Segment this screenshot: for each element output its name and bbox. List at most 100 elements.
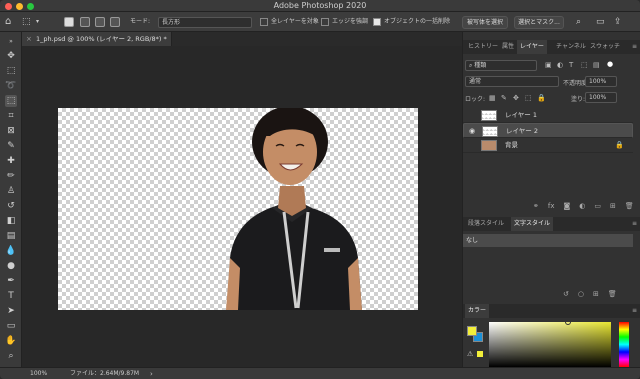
brush-tool-icon[interactable]: ✏ xyxy=(5,170,17,182)
hue-slider[interactable] xyxy=(619,322,629,367)
filter-toggle-icon[interactable]: ● xyxy=(607,60,613,68)
lock-image-icon[interactable]: ✎ xyxy=(501,94,507,102)
document-canvas[interactable] xyxy=(58,108,418,310)
new-style-icon[interactable]: ⊞ xyxy=(593,290,599,298)
healing-brush-tool-icon[interactable]: ✚ xyxy=(5,155,17,167)
tab-color[interactable]: カラー xyxy=(465,304,490,318)
tab-properties[interactable]: 属性 xyxy=(499,40,517,54)
pixel-filter-icon[interactable]: ▣ xyxy=(545,61,552,69)
panel-menu-icon[interactable]: ≡ xyxy=(629,304,640,318)
canvas-area[interactable] xyxy=(22,46,462,367)
layer-name: 背景 xyxy=(505,141,518,149)
tab-channels[interactable]: チャンネル xyxy=(553,40,589,54)
gradient-tool-icon[interactable]: ▤ xyxy=(5,230,17,242)
object-selection-tool-icon[interactable]: ⬚ xyxy=(22,12,31,32)
document-tab[interactable]: × 1_ph.psd @ 100% (レイヤー 2, RGB/8*) * xyxy=(22,32,172,46)
opacity-input[interactable]: 100% xyxy=(585,76,617,87)
status-menu-chevron-icon[interactable]: › xyxy=(150,368,153,379)
color-field[interactable] xyxy=(489,319,611,367)
hand-tool-icon[interactable]: ✋ xyxy=(5,335,17,347)
lock-all-icon[interactable]: 🔒 xyxy=(537,94,546,102)
trash-icon[interactable]: 🗑 xyxy=(608,290,617,298)
panel-menu-icon[interactable]: ≡ xyxy=(629,217,640,231)
search-icon[interactable]: ⌕ xyxy=(576,12,581,32)
style-item[interactable]: なし xyxy=(463,234,633,247)
add-selection-icon[interactable] xyxy=(80,17,90,27)
tab-layers[interactable]: レイヤー xyxy=(517,40,547,54)
lock-position-icon[interactable]: ✥ xyxy=(513,94,519,102)
zoom-window-button[interactable] xyxy=(27,3,34,10)
close-document-icon[interactable]: × xyxy=(26,32,32,46)
layer-row[interactable]: レイヤー 1 xyxy=(463,108,633,123)
add-mask-icon[interactable]: ◙ xyxy=(563,202,570,214)
shape-filter-icon[interactable]: ⬚ xyxy=(581,61,588,69)
minimize-window-button[interactable] xyxy=(16,3,23,10)
tab-character-styles[interactable]: 文字スタイル xyxy=(511,217,554,231)
lasso-tool-icon[interactable]: ➰ xyxy=(5,80,17,92)
zoom-tool-icon[interactable]: ⌕ xyxy=(5,350,17,362)
move-tool-icon[interactable]: ✥ xyxy=(5,50,17,62)
enhance-edge-checkbox[interactable] xyxy=(321,18,329,26)
layer-row[interactable]: 背景 🔒 xyxy=(463,138,633,153)
dodge-tool-icon[interactable]: ● xyxy=(5,260,17,272)
object-subtract-label: オブジェクトの一括削除 xyxy=(384,18,451,25)
new-selection-icon[interactable] xyxy=(64,17,74,27)
trash-icon[interactable]: 🗑 xyxy=(625,202,634,214)
pen-tool-icon[interactable]: ✒ xyxy=(5,275,17,287)
intersect-selection-icon[interactable] xyxy=(110,17,120,27)
all-layers-checkbox[interactable] xyxy=(260,18,268,26)
smart-object-filter-icon[interactable]: ▤ xyxy=(593,61,600,69)
blend-mode-select[interactable]: 通常 xyxy=(465,76,559,87)
tab-paragraph-styles[interactable]: 段落スタイル xyxy=(465,217,507,231)
lock-artboard-icon[interactable]: ⬚ xyxy=(525,94,532,102)
layer-filter-select[interactable]: ⌕ 種類 xyxy=(465,60,537,71)
type-filter-icon[interactable]: T xyxy=(569,61,573,69)
collapse-toolbar-icon[interactable]: » xyxy=(5,36,17,48)
crop-tool-icon[interactable]: ⌗ xyxy=(5,110,17,122)
history-brush-tool-icon[interactable]: ↺ xyxy=(5,200,17,212)
clone-stamp-tool-icon[interactable]: ♙ xyxy=(5,185,17,197)
rectangle-tool-icon[interactable]: ▭ xyxy=(5,320,17,332)
eye-icon[interactable]: ◉ xyxy=(469,124,475,139)
object-selection-tool-icon[interactable]: ⬚ xyxy=(5,95,17,107)
marquee-tool-icon[interactable]: ⬚ xyxy=(5,65,17,77)
layer-row-selected[interactable]: ◉ レイヤー 2 xyxy=(463,123,633,138)
foreground-color-swatch[interactable] xyxy=(467,326,477,336)
eraser-tool-icon[interactable]: ◧ xyxy=(5,215,17,227)
reset-style-icon[interactable]: ↺ xyxy=(563,290,569,298)
enhance-edge-label: エッジを強調 xyxy=(332,18,369,25)
color-picker-handle[interactable] xyxy=(565,319,571,325)
redefine-style-icon[interactable]: ○ xyxy=(578,290,584,298)
tab-history[interactable]: ヒストリー xyxy=(465,40,501,54)
close-window-button[interactable] xyxy=(5,3,12,10)
blur-tool-icon[interactable]: 💧 xyxy=(5,245,17,257)
subtract-selection-icon[interactable] xyxy=(95,17,105,27)
adjustment-filter-icon[interactable]: ◐ xyxy=(557,61,563,69)
object-subtract-checkbox[interactable] xyxy=(373,18,381,26)
new-group-icon[interactable]: ▭ xyxy=(594,202,601,214)
adjustment-layer-icon[interactable]: ◐ xyxy=(579,202,585,214)
zoom-level[interactable]: 100% xyxy=(30,368,47,379)
home-icon[interactable]: ⌂ xyxy=(5,12,11,32)
type-tool-icon[interactable]: T xyxy=(5,290,17,302)
share-icon[interactable]: ⇪ xyxy=(614,12,622,32)
lock-transparent-icon[interactable]: ▦ xyxy=(489,94,496,102)
mode-select[interactable]: 長方形 xyxy=(158,17,252,28)
path-selection-tool-icon[interactable]: ➤ xyxy=(5,305,17,317)
select-and-mask-button[interactable]: 選択とマスク... xyxy=(514,16,564,29)
new-layer-icon[interactable]: ⊞ xyxy=(610,202,616,214)
fx-icon[interactable]: fx xyxy=(548,202,555,214)
fill-input[interactable]: 100% xyxy=(585,92,617,103)
link-layers-icon[interactable]: ⚭ xyxy=(533,202,539,214)
workspace-icon[interactable]: ▭ xyxy=(596,12,605,32)
frame-tool-icon[interactable]: ⊠ xyxy=(5,125,17,137)
status-bar: 100% ファイル：2.64M/9.87M › xyxy=(0,367,640,379)
window-controls xyxy=(5,3,34,10)
tool-preset-chevron-down-icon[interactable]: ▾ xyxy=(36,12,39,32)
select-subject-button[interactable]: 被写体を選択 xyxy=(462,16,508,29)
panel-menu-icon[interactable]: ≡ xyxy=(629,40,640,54)
gamut-color-swatch[interactable] xyxy=(477,351,483,357)
options-bar: ⌂ ⬚ ▾ モード: 長方形 全レイヤーを対象 エッジを強調 オブジェクトの一括… xyxy=(0,12,640,32)
eyedropper-tool-icon[interactable]: ✎ xyxy=(5,140,17,152)
tab-swatches[interactable]: スウォッチ xyxy=(587,40,623,54)
